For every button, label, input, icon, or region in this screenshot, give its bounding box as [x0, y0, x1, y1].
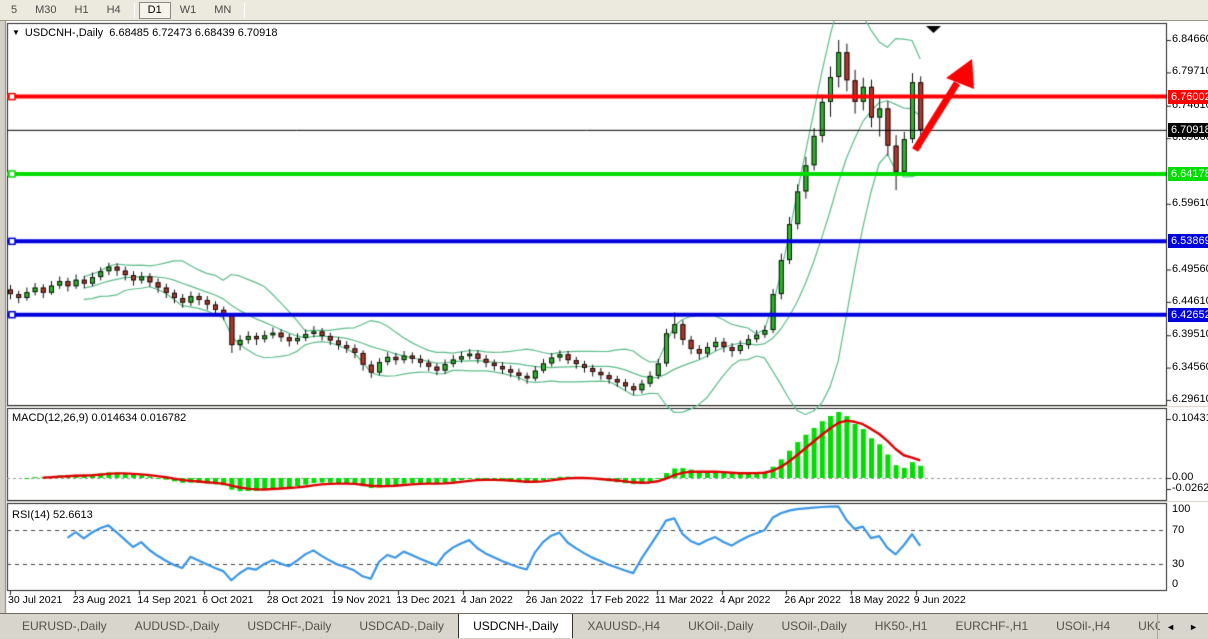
timeframe-button-h1[interactable]: H1 [66, 2, 98, 19]
symbol-tab-bar: EURUSD-,DailyAUDUSD-,DailyUSDCHF-,DailyU… [0, 613, 1208, 638]
rsi-axis-tick: 70 [1172, 524, 1184, 536]
rsi-axis-tick: 100 [1172, 503, 1190, 515]
price-line-badge: 6.76002 [1168, 90, 1208, 104]
chart-symbol: USDCNH-,Daily [25, 27, 103, 39]
macd-indicator-label: MACD(12,26,9) 0.014634 0.016782 [12, 412, 186, 424]
tab-ukoil-h4[interactable]: UKOil-,H4 [1124, 614, 1160, 638]
chart-ohlc-values: 6.68485 6.72473 6.68439 6.70918 [109, 27, 277, 39]
chart-canvas[interactable] [0, 21, 1208, 613]
timeframe-toolbar: 5M30H1H4 D1W1MN [0, 0, 1208, 21]
price-line-badge: 6.42652 [1168, 308, 1208, 322]
tab-usdcnh-daily[interactable]: USDCNH-,Daily [458, 614, 573, 638]
timeframe-button-h4[interactable]: H4 [98, 2, 130, 19]
tabs-scroll-left-button[interactable]: ◄ [1166, 622, 1175, 632]
rsi-axis-tick: 30 [1172, 558, 1184, 570]
date-axis-tick: 4 Jan 2022 [461, 594, 513, 606]
toolbar-separator [134, 3, 135, 18]
timeframe-button-mn[interactable]: MN [205, 2, 240, 19]
date-axis-tick: 23 Aug 2021 [73, 594, 132, 606]
tab-usdchf-daily[interactable]: USDCHF-,Daily [233, 614, 345, 638]
date-axis-tick: 17 Feb 2022 [590, 594, 649, 606]
date-axis-tick: 14 Sep 2021 [137, 594, 197, 606]
toolbar-separator [244, 3, 245, 18]
date-axis-tick: 18 May 2022 [849, 594, 910, 606]
tab-usdcad-daily[interactable]: USDCAD-,Daily [345, 614, 458, 638]
tab-hk50-h1[interactable]: HK50-,H1 [861, 614, 942, 638]
current-price-badge: 6.70918 [1168, 123, 1208, 137]
rsi-axis-tick: 0 [1172, 578, 1178, 590]
price-axis-tick: 6.59610 [1172, 197, 1208, 209]
price-line-badge: 6.53869 [1168, 234, 1208, 248]
tab-ukoil-daily[interactable]: UKOil-,Daily [674, 614, 767, 638]
chart-window: ▼ USDCNH-,Daily 6.68485 6.72473 6.68439 6… [0, 21, 1208, 613]
tab-xauusd-h4[interactable]: XAUUSD-,H4 [573, 614, 674, 638]
price-axis-tick: 6.49560 [1172, 263, 1208, 275]
macd-axis-tick: 0.104313 [1172, 412, 1208, 424]
date-axis-tick: 26 Jan 2022 [526, 594, 584, 606]
date-axis-tick: 4 Apr 2022 [720, 594, 771, 606]
tab-usoil-h4[interactable]: USOil-,H4 [1042, 614, 1124, 638]
timeframe-button-d1[interactable]: D1 [139, 2, 171, 19]
tab-eurchf-h1[interactable]: EURCHF-,H1 [941, 614, 1042, 638]
tab-scroll-controls: ◄ ► [1157, 614, 1206, 639]
rsi-indicator-label: RSI(14) 52.6613 [12, 509, 93, 521]
price-line-badge: 6.64178 [1168, 167, 1208, 181]
macd-axis-tick: -0.026249 [1172, 482, 1208, 494]
date-axis-tick: 26 Apr 2022 [784, 594, 841, 606]
price-axis-tick: 6.44610 [1172, 295, 1208, 307]
tabs-scroll-right-button[interactable]: ► [1189, 622, 1198, 632]
timeframe-button-w1[interactable]: W1 [171, 2, 206, 19]
date-axis-tick: 28 Oct 2021 [267, 594, 324, 606]
chart-title: ▼ USDCNH-,Daily 6.68485 6.72473 6.68439 6… [12, 27, 278, 39]
tab-audusd-daily[interactable]: AUDUSD-,Daily [121, 614, 234, 638]
date-axis-tick: 19 Nov 2021 [332, 594, 392, 606]
timeframe-button-5[interactable]: 5 [2, 2, 26, 19]
symbol-dropdown-icon: ▼ [12, 28, 20, 37]
date-axis-tick: 13 Dec 2021 [396, 594, 456, 606]
price-axis-tick: 6.34560 [1172, 361, 1208, 373]
date-axis-tick: 6 Oct 2021 [202, 594, 253, 606]
symbol-tabs: EURUSD-,DailyAUDUSD-,DailyUSDCHF-,DailyU… [0, 614, 1160, 638]
price-axis-tick: 6.84660 [1172, 33, 1208, 45]
date-axis-tick: 9 Jun 2022 [914, 594, 966, 606]
tab-eurusd-daily[interactable]: EURUSD-,Daily [8, 614, 121, 638]
price-axis-tick: 6.79710 [1172, 65, 1208, 77]
tab-usoil-daily[interactable]: USOil-,Daily [767, 614, 860, 638]
date-axis-tick: 11 Mar 2022 [655, 594, 713, 606]
price-axis-tick: 6.39510 [1172, 328, 1208, 340]
price-axis-tick: 6.29610 [1172, 393, 1208, 405]
date-axis-tick: 30 Jul 2021 [8, 594, 62, 606]
timeframe-button-m30[interactable]: M30 [26, 2, 65, 19]
